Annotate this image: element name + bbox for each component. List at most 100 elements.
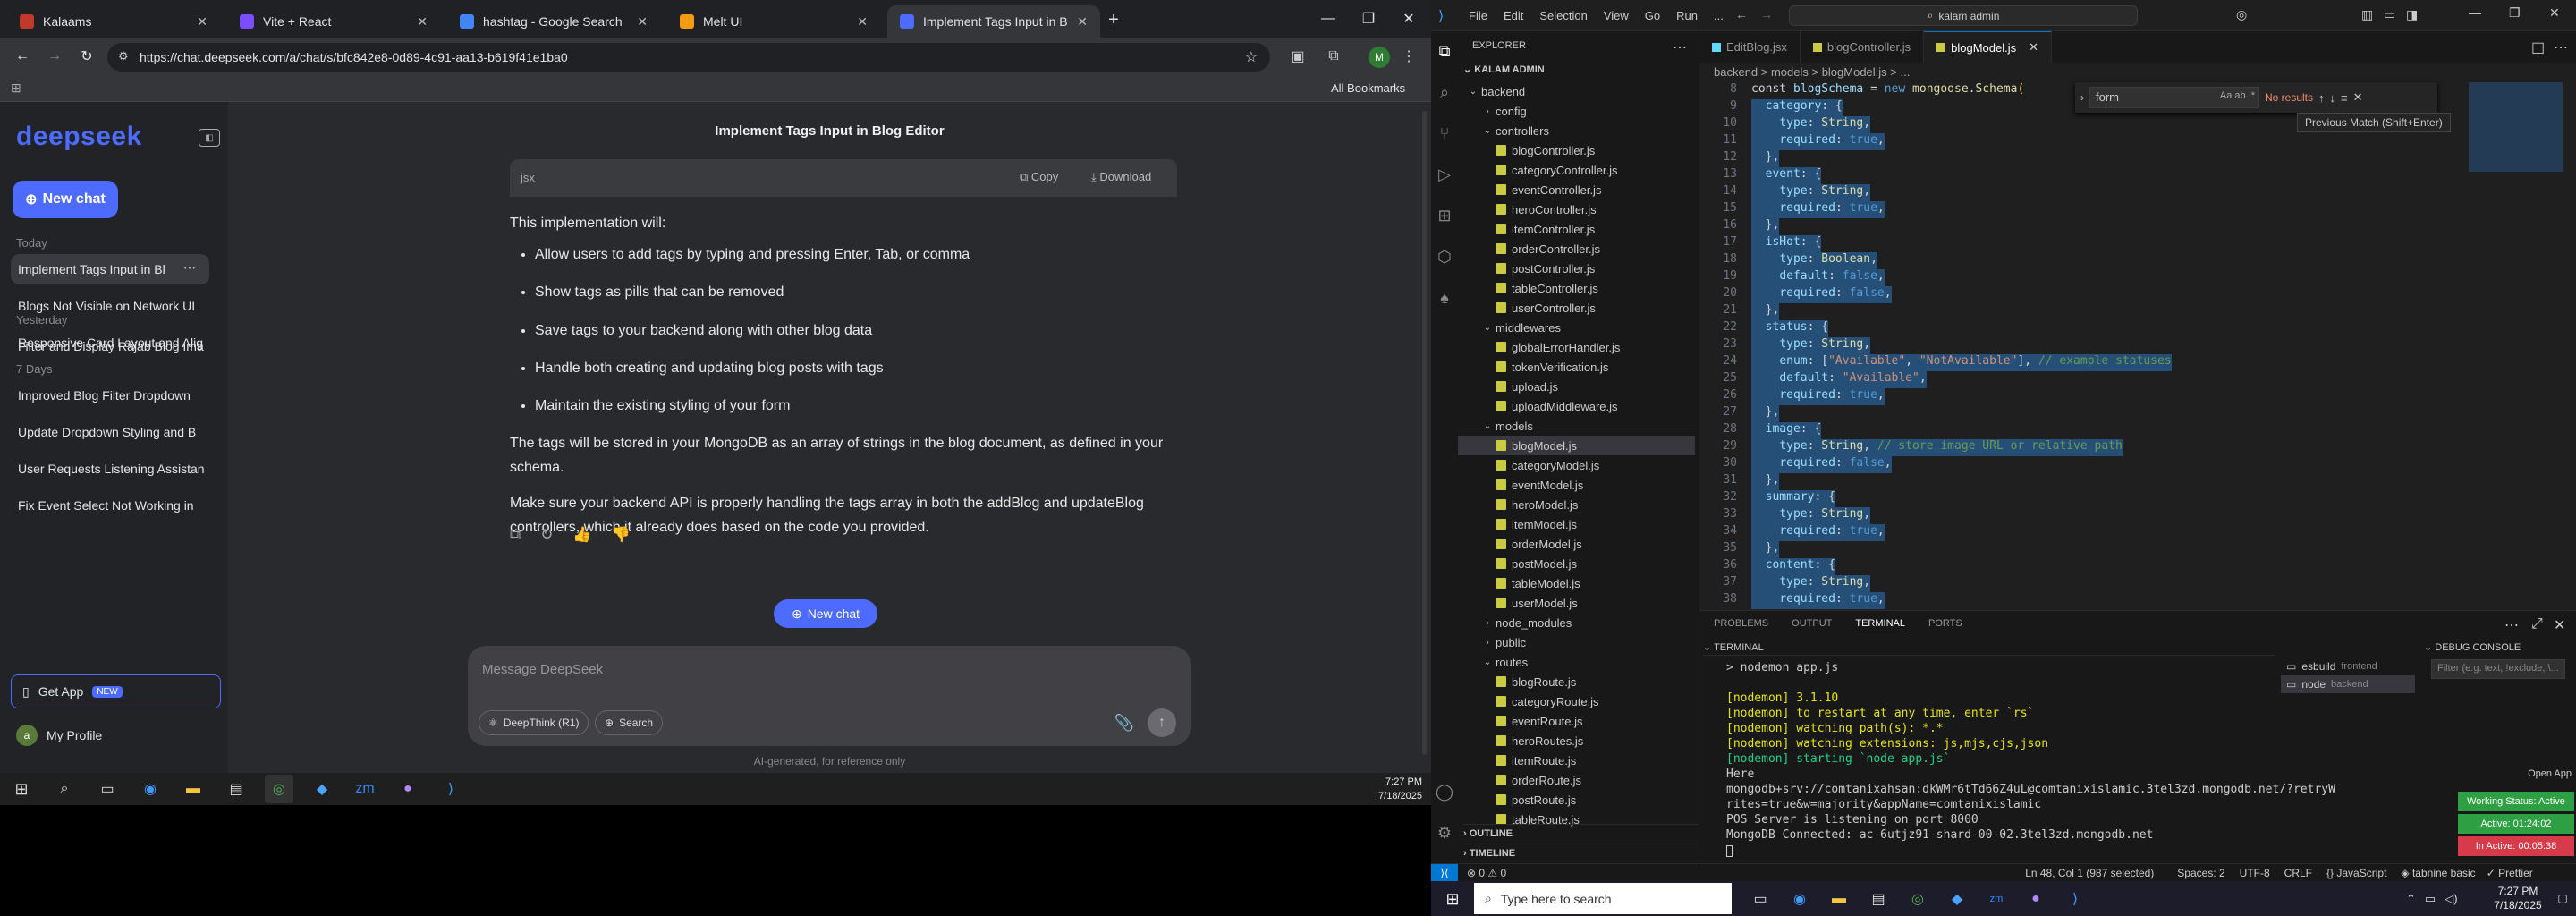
- file-item[interactable]: userController.js: [1458, 298, 1695, 318]
- code-line[interactable]: 34 required: true,: [1699, 524, 1885, 541]
- breadcrumb[interactable]: backend > models > blogModel.js > ...: [1699, 63, 2576, 82]
- file-item[interactable]: itemModel.js: [1458, 514, 1695, 534]
- attach-icon[interactable]: 📎: [1112, 710, 1137, 735]
- start-icon[interactable]: ⊞: [7, 775, 36, 803]
- send-icon[interactable]: ↑: [1148, 708, 1176, 737]
- history-item[interactable]: User Requests Listening Assistan: [11, 454, 209, 484]
- zoom-icon[interactable]: zm: [1986, 888, 2007, 910]
- new-tab-icon[interactable]: +: [1103, 9, 1124, 30]
- profile-avatar[interactable]: M: [1368, 47, 1390, 68]
- editor-tab[interactable]: blogController.js: [1801, 31, 1925, 63]
- file-item[interactable]: heroModel.js: [1458, 495, 1695, 514]
- zoom-icon[interactable]: zm: [351, 775, 379, 803]
- edge-icon[interactable]: ◉: [1789, 888, 1810, 910]
- code-line[interactable]: 30 required: false,: [1699, 456, 1892, 473]
- debug-filter-input[interactable]: Filter (e.g. text, !exclude, \...: [2431, 659, 2565, 679]
- menu-icon[interactable]: ⋮: [1400, 47, 1418, 66]
- reload-icon[interactable]: ↻: [75, 45, 98, 68]
- file-item[interactable]: userModel.js: [1458, 593, 1695, 613]
- chrome-icon[interactable]: ◎: [1907, 888, 1928, 910]
- file-item[interactable]: itemRoute.js: [1458, 751, 1695, 770]
- file-item[interactable]: postModel.js: [1458, 554, 1695, 573]
- panel-more-icon[interactable]: ⋯: [2504, 616, 2519, 634]
- deepthink-button[interactable]: ⚛ DeepThink (R1): [479, 710, 589, 735]
- file-item[interactable]: heroController.js: [1458, 199, 1695, 219]
- thumbs-down-icon[interactable]: 👎: [612, 526, 631, 544]
- new-chat-button[interactable]: ⊕ New chat: [13, 181, 118, 218]
- task-view-icon[interactable]: ▭: [93, 775, 122, 803]
- address-bar[interactable]: ⚙ https://chat.deepseek.com/a/chat/s/bfc…: [107, 43, 1270, 72]
- terminal-cursor[interactable]: [1726, 845, 1733, 857]
- menu-item[interactable]: Go: [1645, 9, 1660, 22]
- panel-tab[interactable]: TERMINAL: [1855, 618, 1905, 632]
- work-status-pill[interactable]: In Active: 00:05:38: [2458, 836, 2574, 856]
- thumbs-up-icon[interactable]: 👍: [572, 526, 591, 544]
- more-actions-icon[interactable]: ⋯: [1673, 38, 1687, 56]
- taskbar-search[interactable]: ⌕ Type here to search: [1474, 883, 1732, 914]
- close-tab-icon[interactable]: ✕: [1077, 14, 1088, 30]
- file-item[interactable]: eventController.js: [1458, 180, 1695, 199]
- nav-forward-icon[interactable]: →: [1760, 7, 1773, 21]
- toggle-replace-icon[interactable]: ›: [2080, 91, 2084, 104]
- chrome-icon[interactable]: ◎: [265, 775, 293, 803]
- language-mode[interactable]: {} JavaScript: [2326, 867, 2386, 879]
- code-line[interactable]: 29 type: String, // store image URL or r…: [1699, 439, 2123, 456]
- copy-button[interactable]: ⧉ Copy: [1020, 170, 1058, 184]
- chrome-tab[interactable]: Kalaams ✕: [7, 5, 220, 38]
- github-icon[interactable]: ●: [2025, 888, 2046, 910]
- close-icon[interactable]: ✕: [1395, 7, 1422, 30]
- workspace-root[interactable]: ⌄ KALAM ADMIN: [1463, 64, 1545, 75]
- file-explorer-icon[interactable]: ▬: [179, 775, 208, 803]
- code-line[interactable]: 38 required: true,: [1699, 592, 1885, 609]
- chrome-tab[interactable]: Vite + React ✕: [227, 5, 440, 38]
- code-line[interactable]: 20 required: false,: [1699, 286, 1892, 303]
- file-item[interactable]: orderModel.js: [1458, 534, 1695, 554]
- panel-tab[interactable]: PORTS: [1928, 618, 1962, 632]
- code-line[interactable]: 25 default: "Available",: [1699, 371, 1927, 388]
- code-line[interactable]: 22 status: {: [1699, 320, 1829, 337]
- menu-item[interactable]: ...: [1714, 9, 1724, 22]
- code-line[interactable]: 11 required: true,: [1699, 133, 1885, 150]
- start-icon[interactable]: ⊞: [1442, 888, 1463, 910]
- chrome-tab[interactable]: hashtag - Google Search ✕: [447, 5, 660, 38]
- scrollbar[interactable]: [1422, 111, 1427, 755]
- menu-item[interactable]: Run: [1676, 9, 1698, 22]
- debug-console-section[interactable]: ⌄ DEBUG CONSOLE: [2424, 641, 2521, 653]
- history-item[interactable]: Fix Event Select Not Working in: [11, 490, 209, 521]
- split-editor-icon[interactable]: ◫: [2531, 38, 2545, 56]
- history-item[interactable]: Filter and Display Rajab Blog Ima: [11, 331, 209, 361]
- apps-icon[interactable]: ⊞: [11, 81, 21, 96]
- file-item[interactable]: tableController.js: [1458, 278, 1695, 298]
- timeline-section[interactable]: › TIMELINE: [1463, 844, 1699, 859]
- file-item[interactable]: itemController.js: [1458, 219, 1695, 239]
- account-icon[interactable]: ◯: [1434, 781, 1455, 802]
- work-status-pill[interactable]: Active: 01:24:02: [2458, 814, 2574, 834]
- file-item[interactable]: blogModel.js: [1458, 436, 1695, 455]
- close-icon[interactable]: ✕: [2549, 5, 2560, 21]
- site-info-icon[interactable]: ⚙: [118, 49, 129, 64]
- store-icon[interactable]: ▤: [1868, 888, 1889, 910]
- code-line[interactable]: 33 type: String,: [1699, 507, 1871, 524]
- menu-item[interactable]: File: [1469, 9, 1487, 22]
- maximize-icon[interactable]: ❐: [1355, 7, 1382, 30]
- file-item[interactable]: eventModel.js: [1458, 475, 1695, 495]
- file-item[interactable]: blogController.js: [1458, 140, 1695, 160]
- vscode-icon[interactable]: ⟩: [436, 775, 465, 803]
- file-item[interactable]: postRoute.js: [1458, 790, 1695, 810]
- errors-count[interactable]: ⊗ 0 ⚠ 0: [1467, 867, 1506, 879]
- code-line[interactable]: 28 image: {: [1699, 422, 1822, 439]
- file-item[interactable]: categoryRoute.js: [1458, 691, 1695, 711]
- code-line[interactable]: 31 },: [1699, 473, 1780, 490]
- code-line[interactable]: 14 type: String,: [1699, 184, 1871, 201]
- forward-icon[interactable]: →: [43, 45, 66, 68]
- close-tab-icon[interactable]: ✕: [857, 14, 868, 30]
- copilot-icon[interactable]: ◎: [2236, 7, 2247, 22]
- indentation[interactable]: Spaces: 2: [2177, 867, 2224, 879]
- menu-item[interactable]: Edit: [1504, 9, 1523, 22]
- close-tab-icon[interactable]: ✕: [197, 14, 208, 30]
- collapse-sidebar-icon[interactable]: ◧: [199, 129, 220, 147]
- minimize-icon[interactable]: —: [2469, 5, 2481, 20]
- profile-button[interactable]: a My Profile: [16, 725, 102, 746]
- file-item[interactable]: categoryModel.js: [1458, 455, 1695, 475]
- folder-item[interactable]: ⌄ models: [1458, 416, 1695, 436]
